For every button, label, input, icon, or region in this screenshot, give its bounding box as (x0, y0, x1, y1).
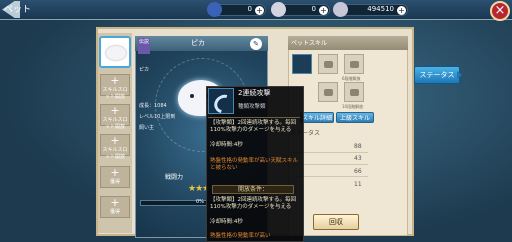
tab-status[interactable]: ステータス (414, 66, 462, 84)
unlock-label: 6段階解放 (342, 76, 361, 81)
pet-card-header: ピカ (135, 36, 268, 51)
pet-slot[interactable]: + 獲得 (100, 196, 130, 218)
rename-pencil-icon[interactable]: ✎ (250, 38, 262, 50)
tooltip-note: 熟盤性格の発動率が高い (210, 233, 271, 239)
tooltip-subtitle: 種類攻撃類 (238, 104, 266, 110)
lock-icon (350, 89, 359, 96)
gem-icon (333, 2, 348, 17)
pet-slot[interactable]: + 獲得 (100, 166, 130, 188)
slot-label: 獲得 (109, 179, 120, 185)
pet-info-line: 成長：1084 (139, 103, 167, 109)
currency-egg: 0 + (271, 2, 330, 17)
currency-ticket: 0 + (207, 2, 266, 17)
tooltip-title: 2連続攻撃 (238, 89, 271, 97)
slot-label: スキルスロット開放 (102, 147, 128, 160)
stat-value: 43 (354, 155, 362, 162)
tooltip-desc: 【攻撃類】2回連続攻撃する。毎回110%攻撃力のダメージを与える (210, 197, 297, 210)
skill-header-label: ペットスキル (291, 40, 328, 47)
slot-label: 獲得 (109, 209, 120, 215)
lock-icon (324, 89, 333, 96)
pet-slot[interactable]: + スキルスロット開放 (100, 104, 130, 130)
window-title: ペット (4, 5, 32, 15)
ticket-icon (207, 2, 222, 17)
skill-slot-locked[interactable] (344, 82, 364, 102)
exp-percent: 0% (196, 199, 204, 205)
skill-detail-button[interactable]: スキル詳細 (300, 112, 334, 123)
rank-badge: 伝説 (138, 38, 150, 54)
pet-info-line: レベル10上限到 (139, 114, 176, 120)
slot-label: スキルスロット開放 (102, 87, 128, 100)
tooltip-condition: 開放条件： (212, 185, 294, 194)
tooltip-divider (208, 117, 300, 118)
tooltip-cooldown: 冷却時間:4秒 (210, 219, 243, 225)
pet-info-line: ピカ (139, 67, 150, 73)
stat-value: 88 (354, 143, 362, 150)
stat-value: 66 (354, 168, 362, 175)
add-egg-button[interactable]: + (319, 6, 328, 15)
tooltip-desc: 【攻撃類】2回連続攻撃する。毎回110%攻撃力のダメージを与える (210, 120, 297, 133)
retrieve-button[interactable]: 回収 (313, 214, 359, 230)
pet-thumbnail (106, 46, 126, 60)
lock-icon (350, 61, 359, 68)
pet-info-line: 飼い主 (139, 125, 155, 131)
skill-slot-active[interactable] (292, 54, 312, 74)
egg-icon (271, 2, 286, 17)
currency-gem: 494510 + (333, 2, 408, 17)
skill-slot-locked[interactable] (318, 54, 338, 74)
lock-icon (324, 61, 333, 68)
close-button[interactable]: × (490, 1, 510, 21)
add-ticket-button[interactable]: + (255, 6, 264, 15)
tooltip-cooldown: 冷却時間:4秒 (210, 142, 243, 148)
upgrade-skill-button[interactable]: 上級スキル (336, 112, 374, 123)
pet-slot[interactable]: + スキルスロット開放 (100, 134, 130, 160)
unlock-label: 10段階解放 (342, 104, 364, 109)
skill-panel-header: ペットスキル (288, 36, 408, 50)
currency-value: 0 (247, 5, 252, 13)
pet-name: ピカ (191, 39, 205, 47)
add-gem-button[interactable]: + (397, 6, 406, 15)
currency-value: 494510 (367, 5, 394, 13)
skill-slot-locked[interactable] (344, 54, 364, 74)
tooltip-note: 熟盤性格の発動率が高い天賦スキルと被らない (210, 158, 299, 171)
battle-power-label: 戦闘力 (165, 174, 184, 181)
double-slash-skill-icon (208, 88, 234, 114)
slot-label: スキルスロット開放 (102, 117, 128, 130)
currency-value: 0 (311, 5, 316, 13)
stat-value: 11 (354, 181, 362, 188)
pet-slot-selected[interactable] (99, 36, 131, 68)
pet-slot[interactable]: + スキルスロット開放 (100, 74, 130, 100)
skill-slot-locked[interactable] (318, 82, 338, 102)
